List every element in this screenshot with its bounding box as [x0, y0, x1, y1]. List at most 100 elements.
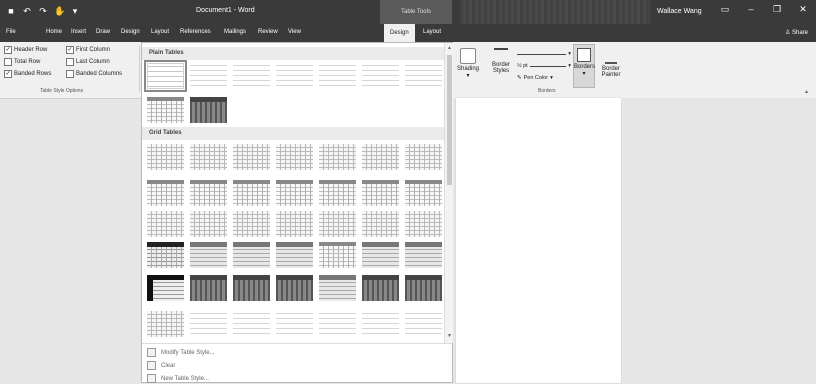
table-style-thumb[interactable]	[233, 63, 270, 89]
table-style-thumb[interactable]	[405, 275, 442, 301]
table-style-thumb[interactable]	[190, 311, 227, 337]
tab-view[interactable]: View	[288, 29, 301, 35]
tab-file[interactable]: File	[6, 29, 16, 35]
table-style-thumb[interactable]	[190, 242, 227, 268]
table-style-thumb[interactable]	[276, 211, 313, 237]
table-style-thumb[interactable]	[405, 311, 442, 337]
table-style-thumb[interactable]	[362, 311, 399, 337]
scroll-down-icon[interactable]: ▼	[446, 333, 453, 339]
save-icon[interactable]: ■	[6, 6, 16, 16]
table-style-thumb[interactable]	[362, 242, 399, 268]
tab-home[interactable]: Home	[46, 29, 62, 35]
line-weight-dropdown[interactable]: ½ pt ▾	[517, 60, 571, 72]
customize-qat-icon[interactable]: ▾	[70, 6, 80, 16]
user-name[interactable]: Wallace Wang	[657, 8, 702, 15]
table-style-thumb[interactable]	[319, 180, 356, 206]
document-page[interactable]	[456, 98, 621, 383]
banded-rows-option[interactable]: ✓ Banded Rows	[4, 70, 51, 78]
table-style-thumb[interactable]	[362, 63, 399, 89]
table-style-thumb[interactable]	[233, 211, 270, 237]
table-style-thumb[interactable]	[190, 97, 227, 123]
table-style-thumb[interactable]	[405, 180, 442, 206]
total-row-checkbox[interactable]	[4, 58, 12, 66]
table-style-thumb[interactable]	[147, 97, 184, 123]
tab-design[interactable]: Design	[121, 29, 140, 35]
tab-mailings[interactable]: Mailings	[224, 29, 246, 35]
tab-references[interactable]: References	[180, 29, 211, 35]
tab-layout[interactable]: Layout	[151, 29, 169, 35]
table-style-thumb[interactable]	[147, 211, 184, 237]
scrollbar-thumb[interactable]	[447, 55, 452, 185]
table-style-thumb[interactable]	[147, 180, 184, 206]
banded-columns-checkbox[interactable]	[66, 70, 74, 78]
tab-review[interactable]: Review	[258, 29, 278, 35]
table-style-thumb[interactable]	[405, 144, 442, 170]
table-style-thumb[interactable]	[319, 144, 356, 170]
line-style-dropdown[interactable]: ▾	[517, 48, 571, 60]
table-style-thumb[interactable]	[405, 211, 442, 237]
banded-columns-option[interactable]: Banded Columns	[66, 70, 122, 78]
table-style-thumb[interactable]	[319, 211, 356, 237]
tab-table-layout[interactable]: Layout	[423, 29, 441, 35]
table-style-thumb[interactable]	[147, 311, 184, 337]
table-style-thumb[interactable]	[319, 275, 356, 301]
undo-icon[interactable]: ↶	[22, 6, 32, 16]
table-style-thumb[interactable]	[190, 63, 227, 89]
pen-color-dropdown[interactable]: ✎ Pen Color ▾	[517, 72, 571, 84]
borders-button[interactable]: Borders ▾	[573, 44, 595, 88]
scroll-up-icon[interactable]: ▲	[446, 45, 453, 51]
border-styles-button[interactable]: Border Styles	[489, 48, 513, 74]
last-column-option[interactable]: Last Column	[66, 58, 110, 66]
table-style-thumb[interactable]	[319, 63, 356, 89]
table-style-thumb[interactable]	[405, 242, 442, 268]
header-row-option[interactable]: ✓ Header Row	[4, 46, 47, 54]
table-style-thumb[interactable]	[233, 242, 270, 268]
first-column-option[interactable]: ✓ First Column	[66, 46, 110, 54]
table-style-thumb[interactable]	[233, 144, 270, 170]
table-style-thumb[interactable]	[190, 180, 227, 206]
table-style-thumb[interactable]	[276, 144, 313, 170]
last-column-checkbox[interactable]	[66, 58, 74, 66]
table-style-thumb[interactable]	[276, 275, 313, 301]
close-button[interactable]: ✕	[790, 4, 816, 15]
table-style-thumb[interactable]	[233, 275, 270, 301]
table-style-thumb[interactable]	[319, 311, 356, 337]
table-style-thumb[interactable]	[362, 211, 399, 237]
table-style-thumb[interactable]	[144, 60, 187, 92]
table-style-thumb[interactable]	[190, 275, 227, 301]
table-style-thumb[interactable]	[276, 311, 313, 337]
table-style-thumb[interactable]	[362, 144, 399, 170]
total-row-option[interactable]: Total Row	[4, 58, 40, 66]
banded-rows-checkbox[interactable]: ✓	[4, 70, 12, 78]
table-style-thumb[interactable]	[233, 311, 270, 337]
table-style-thumb[interactable]	[190, 144, 227, 170]
touch-mode-icon[interactable]: ✋	[54, 6, 65, 16]
table-style-thumb[interactable]	[362, 180, 399, 206]
share-button[interactable]: ♙ Share	[785, 29, 808, 36]
minimize-button[interactable]: –	[738, 4, 764, 15]
table-style-thumb[interactable]	[147, 144, 184, 170]
tab-insert[interactable]: Insert	[71, 29, 86, 35]
table-style-thumb[interactable]	[405, 63, 442, 89]
table-style-thumb[interactable]	[190, 211, 227, 237]
table-style-thumb[interactable]	[362, 275, 399, 301]
table-style-thumb[interactable]	[233, 180, 270, 206]
shading-button[interactable]: Shading ▾	[455, 48, 481, 79]
table-style-thumb[interactable]	[276, 242, 313, 268]
border-painter-button[interactable]: Border Painter	[599, 48, 623, 78]
modify-table-style-item[interactable]: Modify Table Style...	[147, 348, 215, 357]
tab-draw[interactable]: Draw	[96, 29, 110, 35]
redo-icon[interactable]: ↷	[38, 6, 48, 16]
table-style-thumb[interactable]	[276, 63, 313, 89]
clear-item[interactable]: Clear	[147, 361, 175, 370]
table-style-thumb[interactable]	[147, 242, 184, 268]
table-style-thumb[interactable]	[319, 242, 356, 268]
restore-button[interactable]: ❐	[764, 4, 790, 15]
new-table-style-item[interactable]: New Table Style...	[147, 374, 209, 383]
tab-table-design[interactable]: Design	[384, 24, 415, 42]
table-style-thumb[interactable]	[147, 275, 184, 301]
header-row-checkbox[interactable]: ✓	[4, 46, 12, 54]
collapse-ribbon-icon[interactable]: ▴	[805, 88, 808, 95]
ribbon-display-icon[interactable]: ▭	[712, 4, 738, 15]
first-column-checkbox[interactable]: ✓	[66, 46, 74, 54]
